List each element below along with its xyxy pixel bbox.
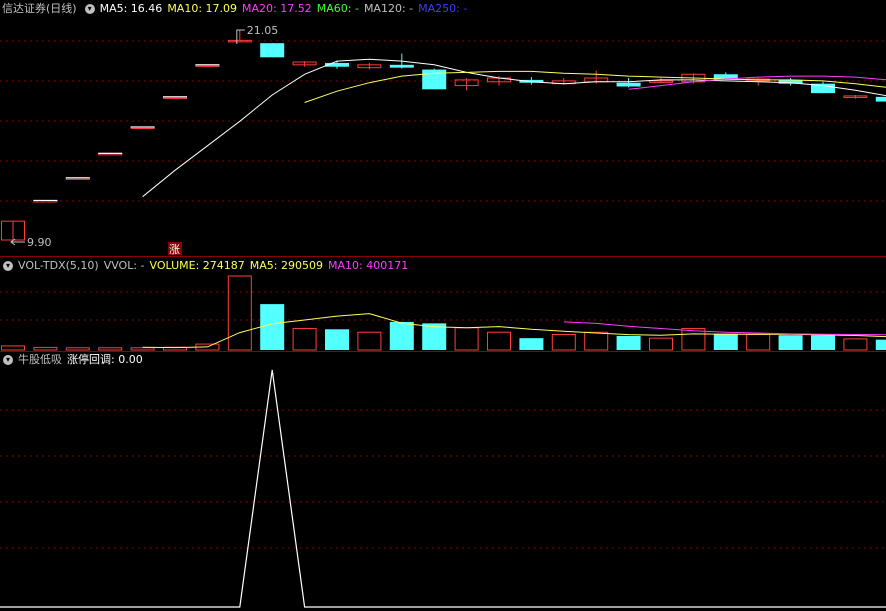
limit-up-badge-label: 涨 [169,243,180,256]
volume-bar [227,275,252,351]
candlestick-chart[interactable]: 21.05 9.90 涨 [0,0,886,256]
candle-body [389,64,414,68]
volume-bar [33,346,58,351]
volume-bar [325,329,349,350]
volume-bar [584,331,609,351]
candle-body [422,69,447,90]
volume-bar [98,347,123,351]
volume-bar [551,333,576,351]
volume-bar [130,347,155,351]
volume-bar [875,339,886,350]
volume-bar [454,327,479,351]
vol-ma10-line [563,321,886,336]
volume-bar [1,345,25,351]
high-price-label: 21.05 [247,24,278,37]
low-price-label: 9.90 [27,236,52,249]
volume-bar [292,328,317,351]
volume-bar [519,338,544,350]
vol-ma5-line [142,313,886,349]
volume-bar [649,337,673,351]
signal-line [0,369,886,608]
volume-bar [65,347,90,351]
candle-body [260,43,285,58]
volume-bar [746,333,771,351]
volume-bar [713,333,738,350]
volume-chart[interactable] [0,256,886,351]
volume-bar [843,338,868,351]
volume-bar [357,331,382,351]
volume-bar [260,304,285,350]
volume-bar [681,328,706,351]
indicator-chart[interactable] [0,352,886,611]
volume-bar [778,335,803,350]
volume-bar [811,335,835,350]
candle-body [875,96,886,102]
volume-bar [616,335,641,350]
candle-body [616,82,641,87]
volume-bar [487,331,511,351]
volume-bar [389,321,414,350]
